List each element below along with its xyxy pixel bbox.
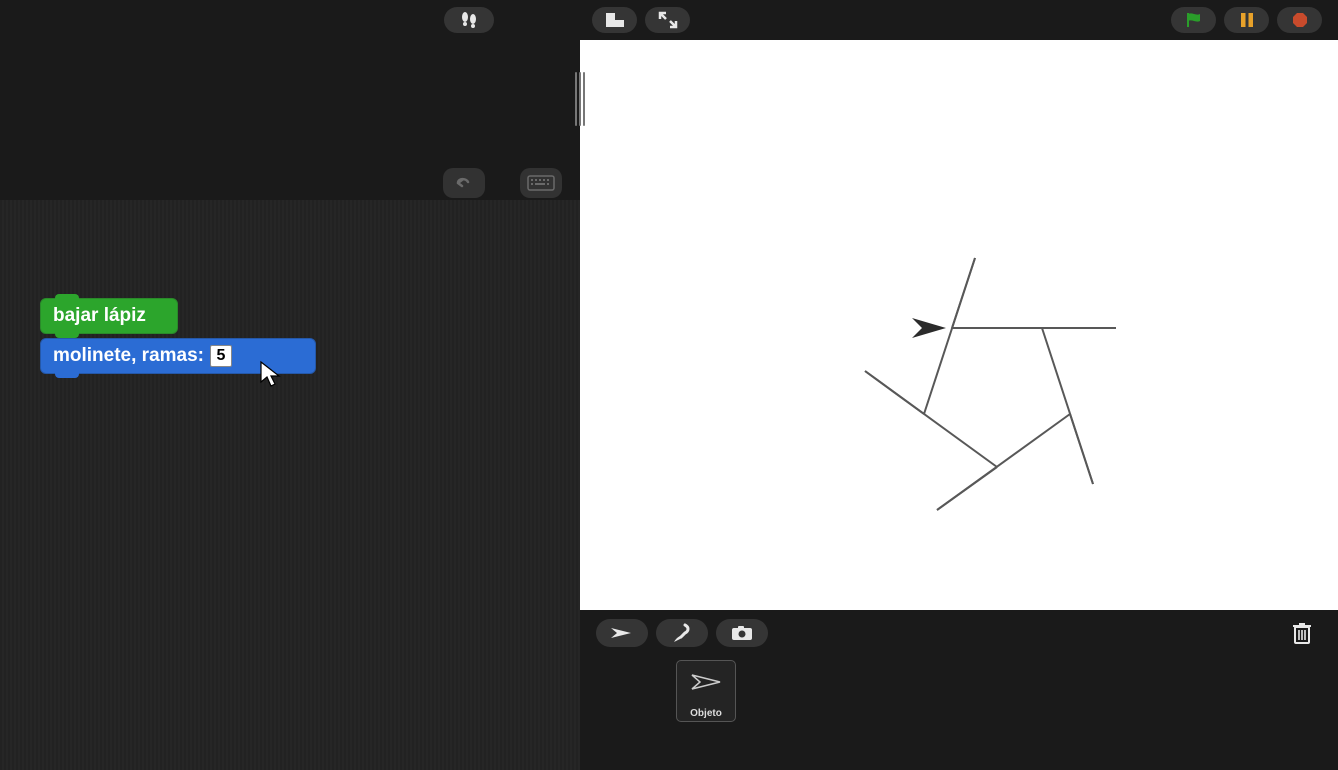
- sprite-thumb-label: Objeto: [679, 708, 733, 719]
- pause-icon: [1239, 12, 1255, 28]
- top-toolbar: [0, 0, 1338, 40]
- sprite-toolbar: [580, 610, 1338, 656]
- fullscreen-icon: [658, 11, 678, 29]
- scripts-area[interactable]: bajar lápiz molinete, ramas:: [0, 200, 580, 770]
- stop-icon: [1292, 12, 1308, 28]
- camera-button[interactable]: [716, 619, 768, 647]
- stop-button[interactable]: [1277, 7, 1322, 33]
- scripts-header: [0, 40, 580, 200]
- pen-down-label: bajar lápiz: [53, 305, 146, 326]
- sprite-item-objeto[interactable]: Objeto: [676, 660, 736, 722]
- turtle-sprite[interactable]: [912, 318, 946, 338]
- paint-button[interactable]: [656, 619, 708, 647]
- footprints-icon: [458, 11, 480, 29]
- stage[interactable]: [580, 40, 1338, 610]
- sprite-corral: Objeto: [580, 656, 1338, 770]
- camera-icon: [731, 625, 753, 641]
- keyboard-button[interactable]: [520, 168, 562, 198]
- green-flag-icon: [1184, 11, 1204, 29]
- fullscreen-button[interactable]: [645, 7, 690, 33]
- stage-size-icon: [605, 12, 625, 28]
- pen-down-block[interactable]: bajar lápiz: [40, 298, 178, 334]
- block-stack[interactable]: bajar lápiz molinete, ramas:: [40, 298, 316, 374]
- stage-size-button[interactable]: [592, 7, 637, 33]
- stage-canvas: [580, 40, 1338, 610]
- trash-button[interactable]: [1282, 619, 1322, 647]
- molinete-label: molinete, ramas:: [53, 345, 204, 367]
- pause-button[interactable]: [1224, 7, 1269, 33]
- paintbrush-icon: [671, 623, 693, 643]
- turtle-icon: [609, 625, 635, 641]
- green-flag-button[interactable]: [1171, 7, 1216, 33]
- trash-icon: [1291, 621, 1313, 645]
- keyboard-icon: [527, 175, 555, 191]
- molinete-value-input[interactable]: [210, 345, 232, 367]
- undo-button[interactable]: [443, 168, 485, 198]
- scripts-panel: bajar lápiz molinete, ramas:: [0, 40, 580, 770]
- sprite-thumb-icon: [686, 667, 726, 697]
- turtle-tab-button[interactable]: [596, 619, 648, 647]
- stage-resize-handle[interactable]: [575, 72, 585, 126]
- molinete-block[interactable]: molinete, ramas:: [40, 338, 316, 374]
- undo-icon: [452, 174, 476, 192]
- footprints-button[interactable]: [444, 7, 494, 33]
